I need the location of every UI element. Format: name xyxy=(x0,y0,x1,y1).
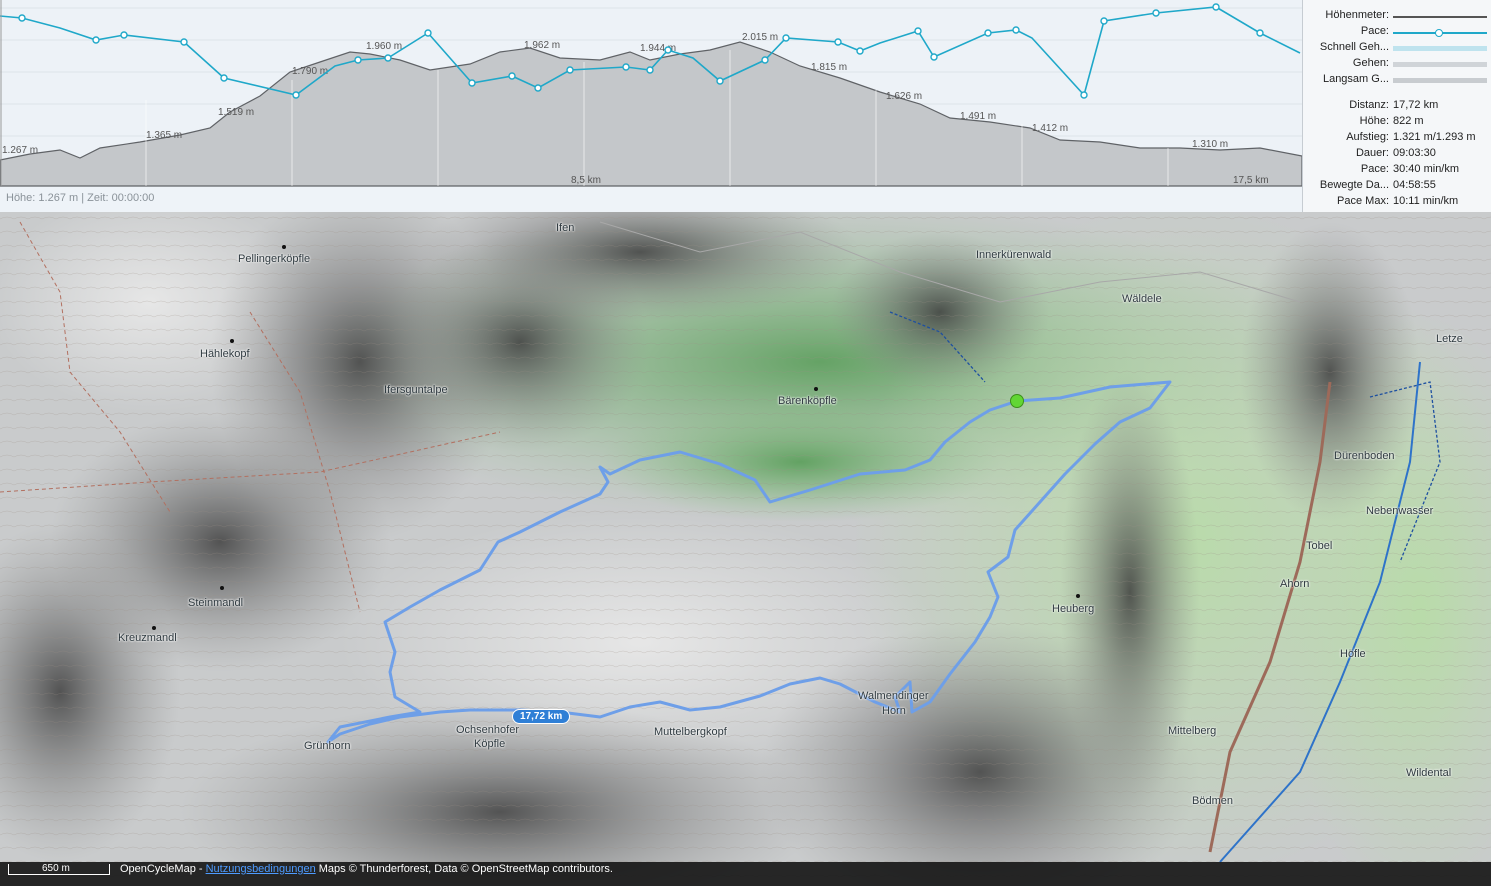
stat-row: Distanz: 17,72 km xyxy=(1303,99,1491,115)
legend-label: Höhenmeter: xyxy=(1325,9,1389,21)
place-label: Tobel xyxy=(1306,540,1333,552)
elevation-label: 1.412 m xyxy=(1032,123,1068,134)
distance-tick-label: 8,5 km xyxy=(571,175,601,186)
elevation-label: 1.491 m xyxy=(960,111,996,122)
stat-label: Bewegte Da... xyxy=(1319,179,1389,191)
place-label: Mittelberg xyxy=(1168,725,1217,737)
place-label: Steinmandl xyxy=(188,597,244,609)
elevation-label: 1.365 m xyxy=(146,130,182,141)
elevation-label: 1.962 m xyxy=(524,40,560,51)
legend-swatch xyxy=(1393,62,1487,67)
stat-row: Pace Max: 10:11 min/km xyxy=(1303,195,1491,211)
start-marker[interactable] xyxy=(1010,394,1024,408)
legend-item: Langsam G... xyxy=(1303,73,1491,89)
place-label: Dürenboden xyxy=(1334,450,1395,462)
legend-swatch xyxy=(1393,16,1487,18)
elevation-profile-chart[interactable]: 1.267 m1.365 m1.519 m1.790 m1.960 m 1.962… xyxy=(0,0,1302,190)
elevation-profile-panel[interactable]: 1.267 m 1.365 m 1.519 m 1.790 m 1.960 m 1.962… xyxy=(0,0,1302,213)
place-label: Höfle xyxy=(1340,648,1366,660)
peak-dot-icon xyxy=(152,626,156,630)
place-label: Pellingerköpfle xyxy=(238,253,311,265)
elevation-label: 2.015 m xyxy=(742,32,778,43)
stat-value: 04:58:55 xyxy=(1393,179,1436,191)
place-label: Walmendinger xyxy=(858,690,929,702)
legend-label: Langsam G... xyxy=(1322,73,1389,85)
legend-item: Höhenmeter: xyxy=(1303,9,1491,25)
place-label: Innerkürenwald xyxy=(976,249,1052,261)
place-label: Ifersguntalpe xyxy=(384,384,448,396)
stat-row: Bewegte Da... 04:58:55 xyxy=(1303,179,1491,195)
place-label: Hählekopf xyxy=(200,348,250,360)
credit-suffix: Maps © Thunderforest, Data © OpenStreetM… xyxy=(315,863,613,875)
stat-row: Pace: 30:40 min/km xyxy=(1303,163,1491,179)
legend-item: Pace: xyxy=(1303,25,1491,41)
place-label: Grünhorn xyxy=(304,740,351,752)
peak-dot-icon xyxy=(282,245,286,249)
place-label: Wildental xyxy=(1406,767,1452,779)
peak-dot-icon xyxy=(1076,594,1080,598)
distance-tick-label: 17,5 km xyxy=(1233,175,1269,186)
elevation-label: 1.310 m xyxy=(1192,139,1228,150)
map-attribution-bar: 650 m OpenCycleMap - Nutzungsbedingungen… xyxy=(0,862,1491,886)
stat-row: Dauer: 09:03:30 xyxy=(1303,147,1491,163)
route-distance-badge: 17,72 km xyxy=(512,709,571,724)
profile-status-text: Höhe: 1.267 m | Zeit: 00:00:00 xyxy=(6,192,155,204)
place-label: Köpfle xyxy=(474,738,506,750)
place-label: Wäldele xyxy=(1122,293,1162,305)
place-label: Nebenwasser xyxy=(1366,505,1434,517)
stat-row: Aufstieg: 1.321 m/1.293 m xyxy=(1303,131,1491,147)
elevation-label: 1.626 m xyxy=(886,91,922,102)
place-label: Heuberg xyxy=(1052,603,1095,615)
place-label: Bödmen xyxy=(1192,795,1233,807)
place-label: Ifen xyxy=(556,222,575,234)
stat-label: Aufstieg: xyxy=(1346,131,1389,143)
legend-label: Schnell Geh... xyxy=(1319,41,1389,53)
stat-row: Höhe: 822 m xyxy=(1303,115,1491,131)
stat-value: 10:11 min/km xyxy=(1393,195,1459,207)
stat-label: Pace: xyxy=(1360,163,1389,175)
peak-dot-icon xyxy=(220,586,224,590)
elevation-label: 1.815 m xyxy=(811,62,847,73)
legend-item: Gehen: xyxy=(1303,57,1491,73)
elevation-label: 1.960 m xyxy=(366,41,402,52)
stats-panel: Höhenmeter: Pace: Schnell Geh... Gehen: Lang… xyxy=(1302,0,1491,212)
peak-dot-icon xyxy=(814,387,818,391)
legend-label: Gehen: xyxy=(1352,57,1389,69)
stat-value: 09:03:30 xyxy=(1393,147,1436,159)
place-label: Muttelbergkopf xyxy=(654,726,727,738)
legend-swatch xyxy=(1393,46,1487,51)
elevation-label: 1.519 m xyxy=(218,107,254,118)
legend-label: Pace: xyxy=(1360,25,1389,37)
legend-swatch xyxy=(1393,78,1487,83)
stat-value: 822 m xyxy=(1393,115,1424,127)
topographic-map[interactable] xyxy=(0,212,1491,886)
scale-label: 650 m xyxy=(42,863,70,874)
attribution-text: OpenCycleMap - Nutzungsbedingungen Maps … xyxy=(120,863,613,875)
credit-prefix: OpenCycleMap - xyxy=(120,863,206,875)
terms-of-use-link[interactable]: Nutzungsbedingungen xyxy=(206,863,316,875)
place-label: Letze xyxy=(1436,333,1463,345)
stat-value: 17,72 km xyxy=(1393,99,1439,111)
stat-label: Höhe: xyxy=(1359,115,1389,127)
place-label: Ochsenhofer xyxy=(456,724,519,736)
place-label: Ahorn xyxy=(1280,578,1310,590)
place-label: Bärenköpfle xyxy=(778,395,837,407)
stat-value: 1.321 m/1.293 m xyxy=(1393,131,1476,143)
peak-dot-icon xyxy=(230,339,234,343)
map-view[interactable]: Ifen Innerkürenwald Pellingerköpfle Wäldele… xyxy=(0,212,1491,886)
place-label: Horn xyxy=(882,705,906,717)
place-label: Kreuzmandl xyxy=(118,632,177,644)
pace-marker-swatch xyxy=(1435,29,1443,37)
elevation-label: 1.267 m xyxy=(2,145,38,156)
stat-label: Pace Max: xyxy=(1337,195,1389,207)
stat-value: 30:40 min/km xyxy=(1393,163,1460,175)
stat-label: Distanz: xyxy=(1349,99,1389,111)
stat-label: Dauer: xyxy=(1355,147,1389,159)
legend-item: Schnell Geh... xyxy=(1303,41,1491,57)
